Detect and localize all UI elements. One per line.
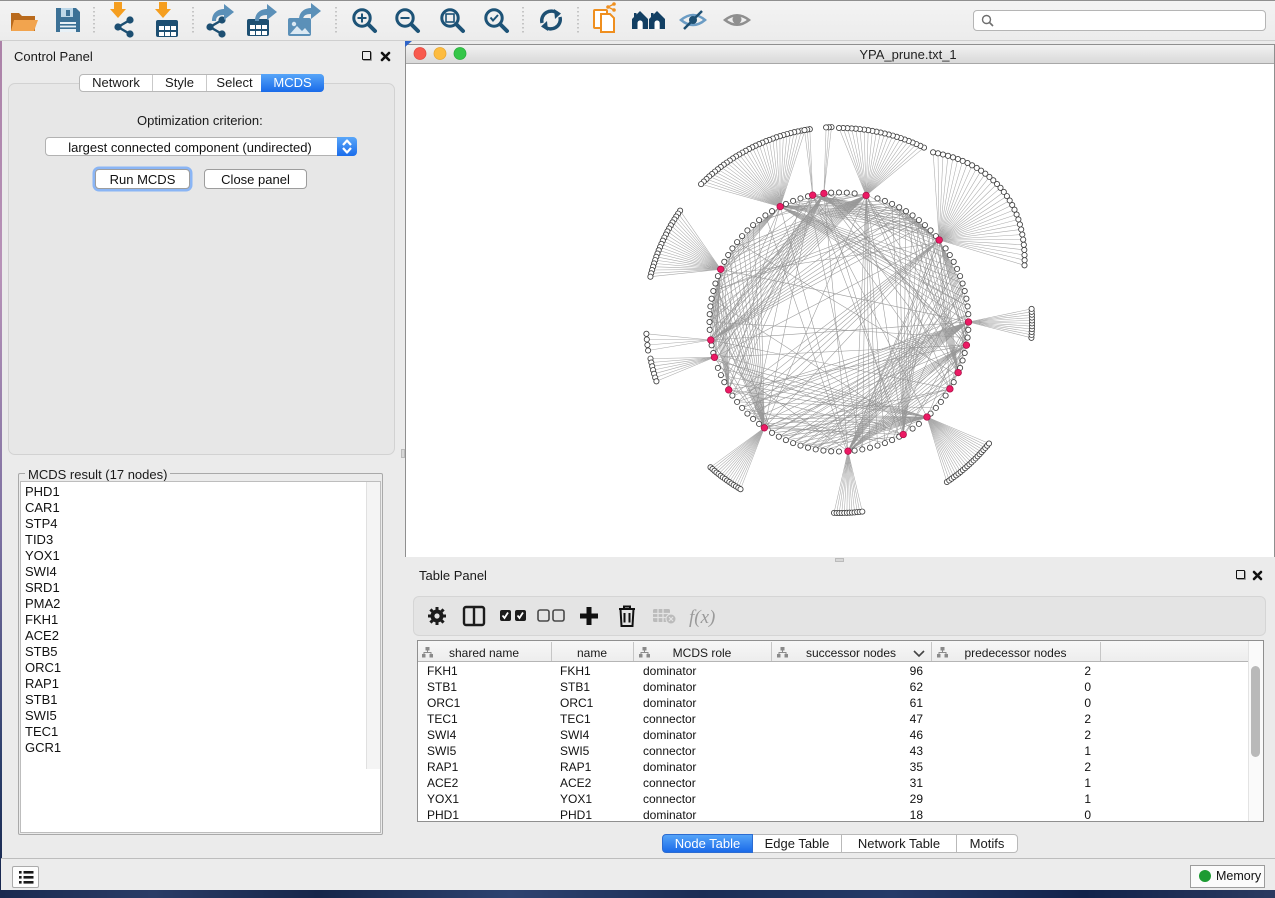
svg-text:f(x): f(x) xyxy=(689,607,715,628)
